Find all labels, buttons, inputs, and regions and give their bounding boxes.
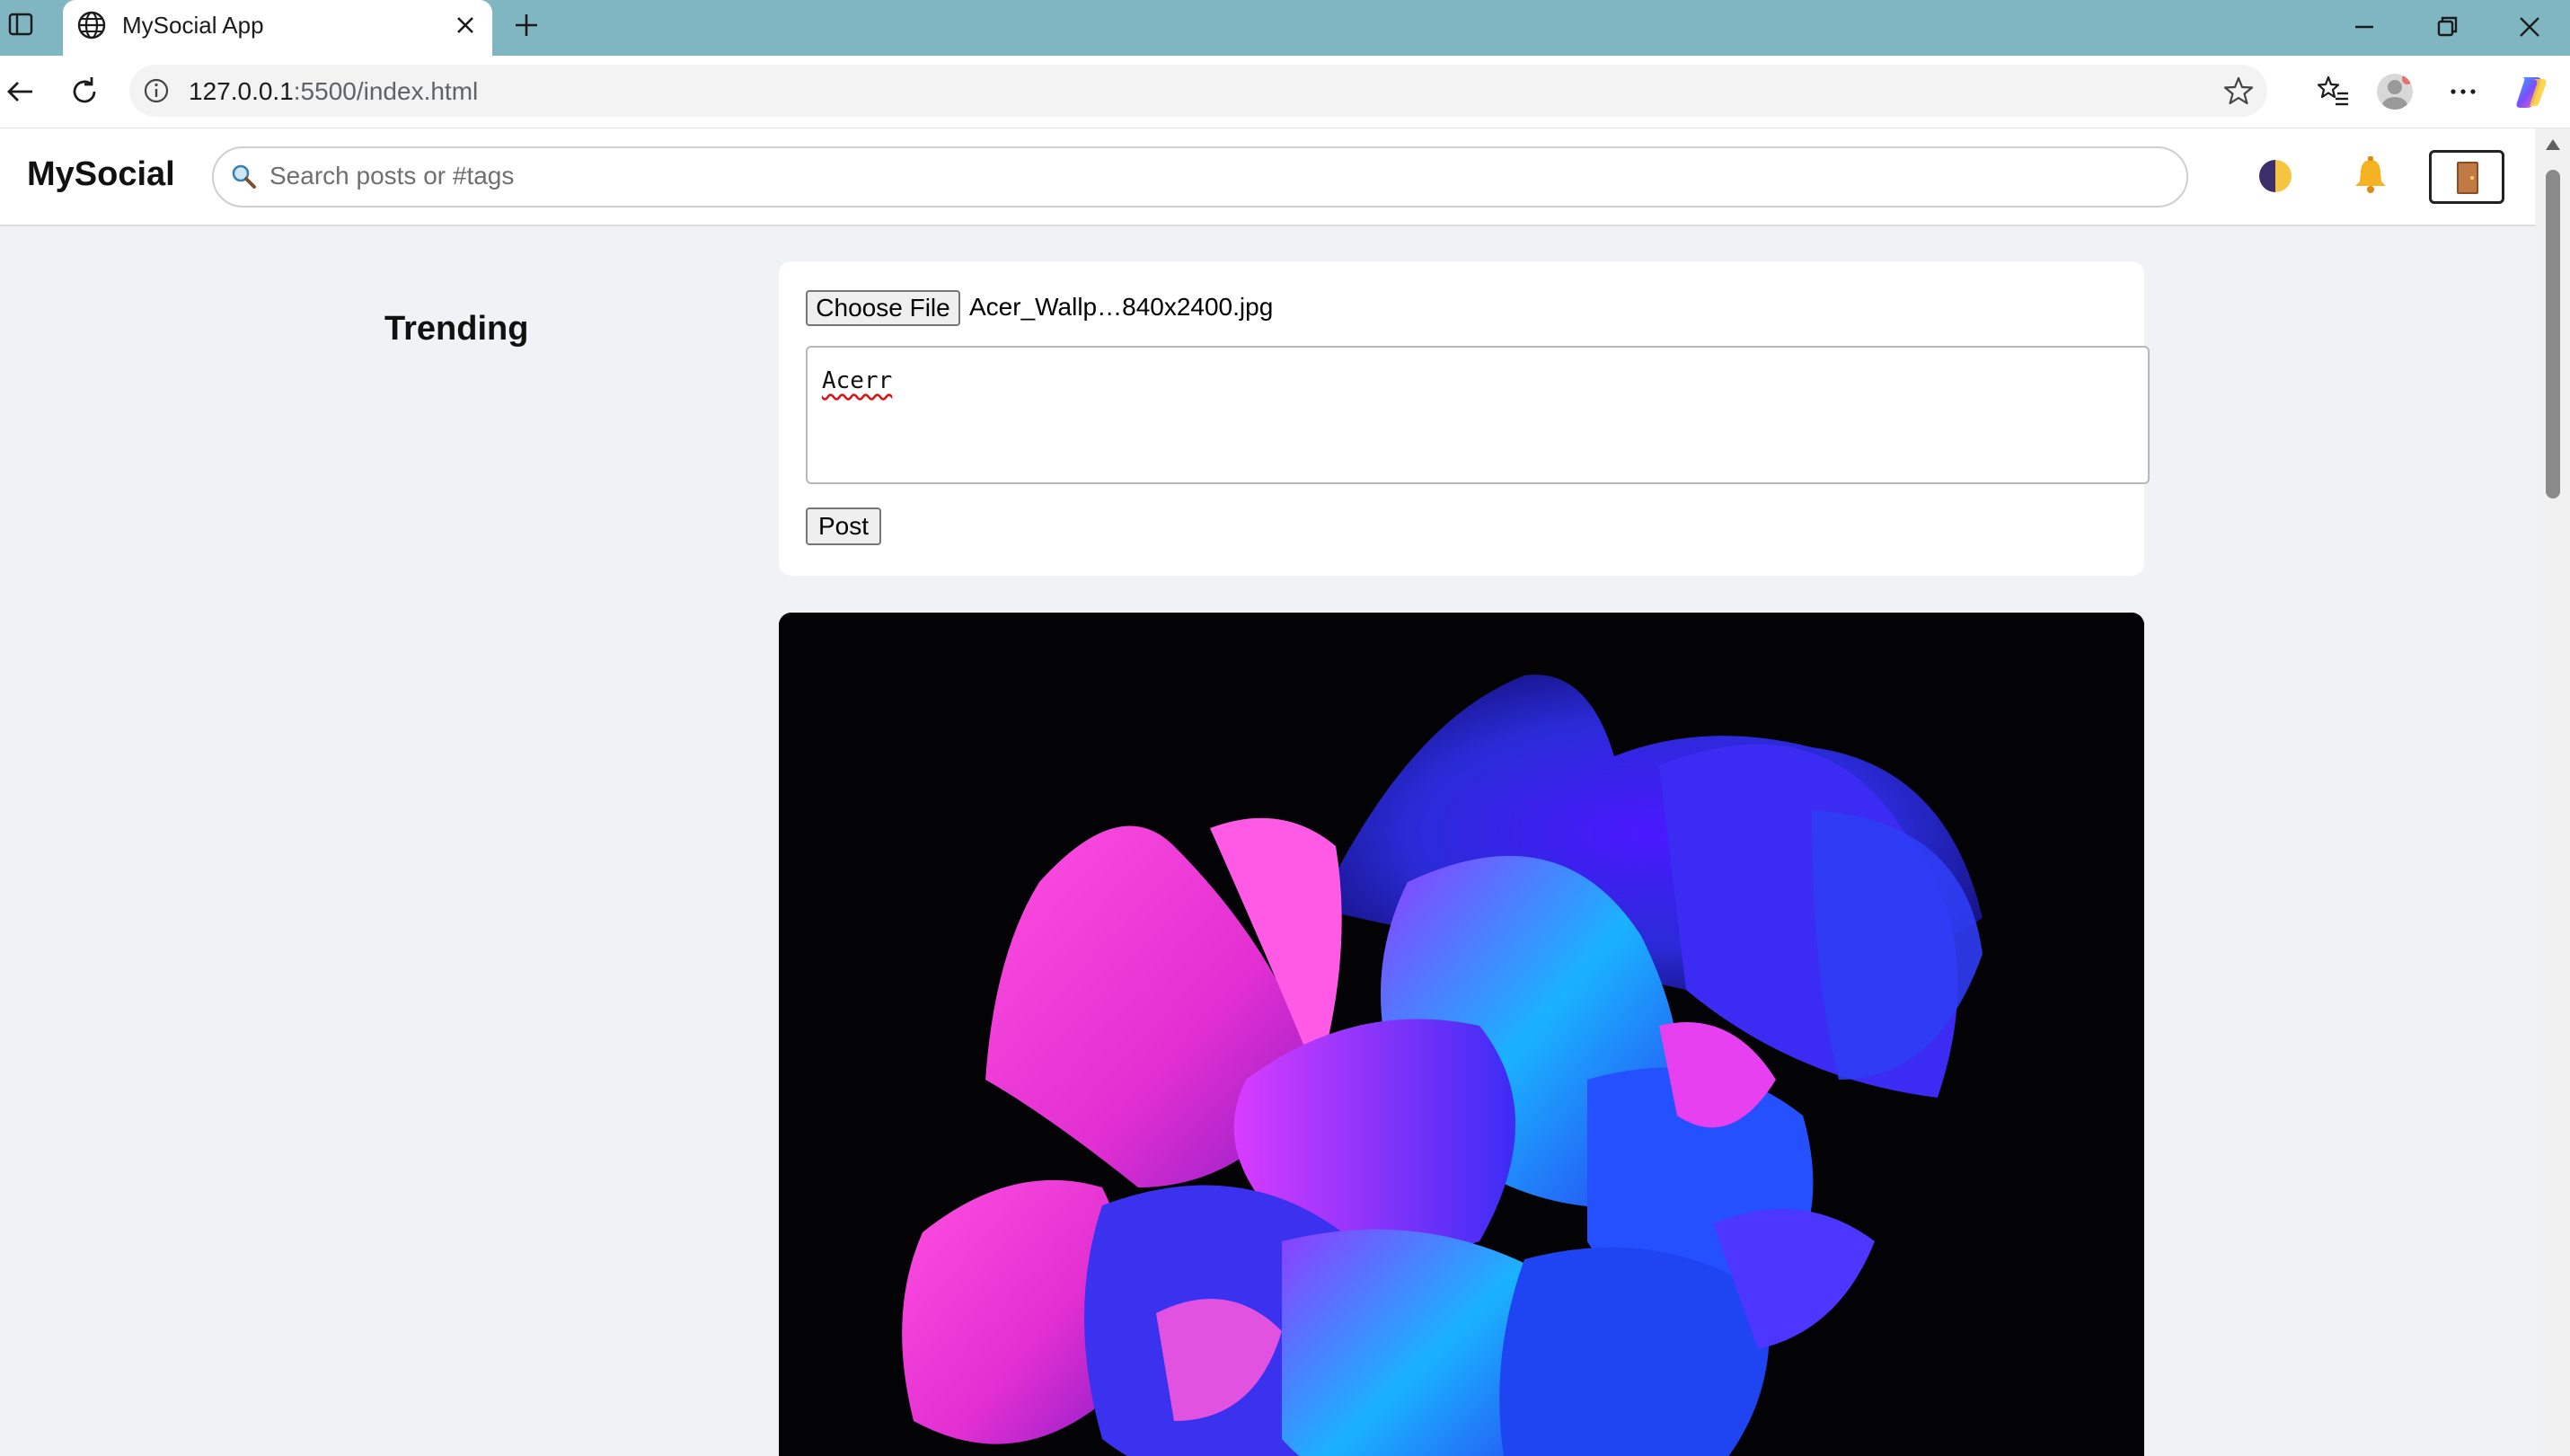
post-text-value: Acerr [822, 367, 893, 394]
minimize-icon[interactable] [2346, 9, 2382, 45]
back-arrow-icon[interactable] [2, 74, 38, 110]
app-brand[interactable]: MySocial [27, 155, 175, 194]
page-scrollbar[interactable] [2535, 128, 2570, 1456]
browser-toolbar: 127.0.0.1:5500/index.html [0, 56, 2570, 128]
new-tab-icon[interactable] [510, 9, 543, 41]
refresh-icon[interactable] [66, 74, 102, 110]
address-bar[interactable]: 127.0.0.1:5500/index.html [129, 65, 2267, 117]
search-input[interactable] [268, 155, 2158, 197]
sidebar-toggle-icon[interactable] [7, 11, 34, 38]
theme-toggle-icon[interactable] [2253, 154, 2298, 199]
close-tab-icon[interactable] [453, 13, 478, 38]
selected-file-name: Acer_Wallp…840x2400.jpg [969, 293, 1274, 321]
favorite-star-icon[interactable] [2222, 75, 2255, 107]
notification-dot [2402, 74, 2413, 84]
site-info-icon[interactable] [142, 76, 171, 105]
restore-icon[interactable] [2429, 9, 2465, 45]
url-host: 127.0.0.1 [189, 77, 294, 105]
app-header: MySocial [0, 128, 2535, 226]
post-button[interactable]: Post [806, 507, 881, 545]
bell-icon[interactable] [2348, 154, 2393, 199]
post-composer: Choose File Acer_Wallp…840x2400.jpg Acer… [779, 261, 2150, 576]
tab-title: MySocial App [122, 12, 264, 39]
url-path: :5500/index.html [293, 77, 479, 105]
logout-button[interactable] [2429, 150, 2504, 204]
choose-file-button[interactable]: Choose File [806, 290, 960, 326]
favorites-list-icon[interactable] [2314, 72, 2354, 111]
close-window-icon[interactable] [2512, 9, 2548, 45]
url-text[interactable]: 127.0.0.1:5500/index.html [189, 77, 478, 106]
search-bar[interactable] [212, 146, 2188, 207]
browser-tab[interactable]: MySocial App [63, 0, 492, 56]
scrollbar-thumb[interactable] [2546, 170, 2560, 499]
browser-titlebar: MySocial App [0, 0, 2570, 56]
flower-image [779, 613, 2144, 1456]
post-textarea[interactable]: Acerr [806, 346, 2150, 484]
door-icon [2457, 162, 2478, 194]
copilot-icon[interactable] [2512, 72, 2551, 111]
post-card [779, 613, 2144, 1456]
page-viewport: MySocial Trending Choose File Acer_Wallp… [0, 128, 2535, 1456]
profile-avatar[interactable] [2377, 74, 2413, 110]
trending-heading: Trending [384, 310, 529, 348]
more-options-icon[interactable] [2443, 72, 2483, 111]
globe-icon [77, 11, 106, 40]
scroll-up-arrow-icon[interactable] [2544, 137, 2562, 152]
search-icon [232, 164, 256, 189]
